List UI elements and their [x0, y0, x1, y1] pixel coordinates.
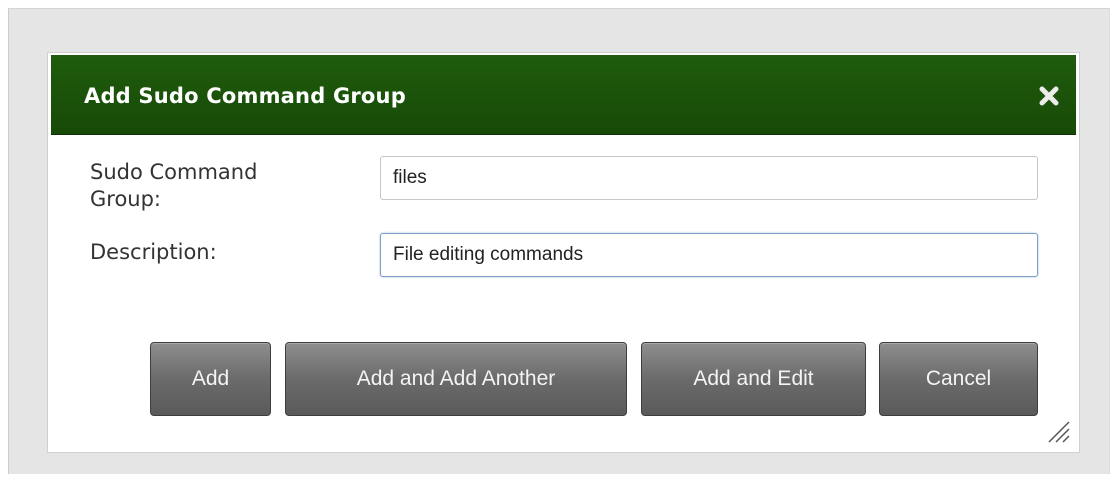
sudo-command-group-label: Sudo Command Group: [90, 159, 257, 213]
close-icon[interactable] [1036, 83, 1062, 109]
add-and-add-another-button[interactable]: Add and Add Another [285, 342, 627, 416]
group-label-line1: Sudo Command [90, 160, 258, 184]
cancel-button[interactable]: Cancel [879, 342, 1038, 416]
add-and-edit-button[interactable]: Add and Edit [641, 342, 866, 416]
add-sudo-command-group-dialog: Add Sudo Command Group Sudo Command Grou… [47, 52, 1080, 453]
dialog-titlebar[interactable]: Add Sudo Command Group [51, 55, 1076, 135]
add-button[interactable]: Add [150, 342, 271, 416]
group-label-line2: Group: [90, 187, 162, 211]
resize-grip-icon[interactable] [1045, 418, 1071, 444]
description-input[interactable] [380, 233, 1038, 277]
dialog-title: Add Sudo Command Group [84, 84, 406, 108]
dialog-overlay: Add Sudo Command Group Sudo Command Grou… [8, 8, 1110, 474]
sudo-command-group-input[interactable] [380, 156, 1038, 200]
description-label: Description: [90, 240, 217, 264]
